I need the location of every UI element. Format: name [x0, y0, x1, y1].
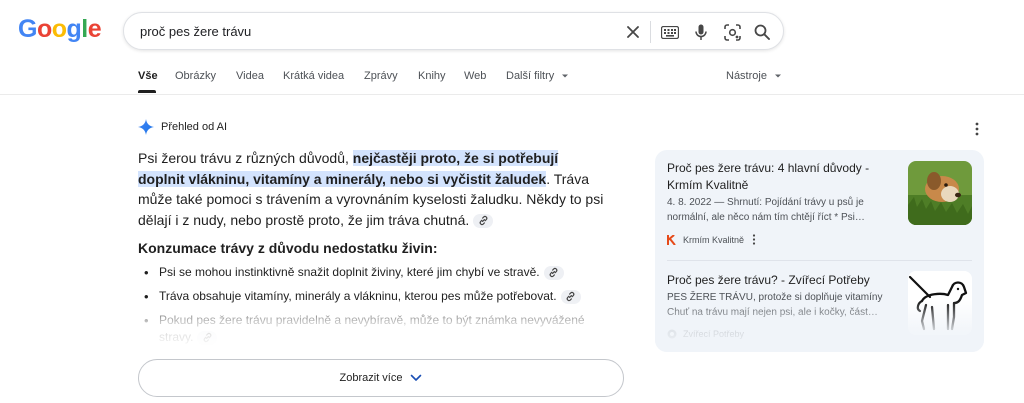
more-options-icon[interactable]	[972, 121, 982, 137]
link-icon	[549, 268, 558, 278]
caret-down-icon	[562, 74, 569, 78]
sources-divider	[667, 260, 972, 261]
tab-more-filters[interactable]: Další filtry	[506, 70, 569, 82]
list-item: Pokud pes žere trávu pravidelně a nevybí…	[142, 312, 612, 346]
source-title[interactable]: Proč pes žere trávu? - Zvířecí Potřeby	[667, 272, 899, 289]
search-input[interactable]: proč pes žere trávu	[140, 24, 251, 39]
source-link-chip[interactable]	[560, 289, 581, 304]
search-divider	[650, 21, 651, 43]
list-item: Tráva obsahuje vitamíny, minerály a vlák…	[142, 288, 612, 305]
more-filters-label: Další filtry	[506, 70, 555, 82]
section-heading: Konzumace trávy z důvodu nedostatku živi…	[138, 240, 438, 256]
list-item: Psi se mohou instinktivně snažit doplnit…	[142, 264, 612, 281]
source-link-chip[interactable]	[473, 213, 494, 228]
source-thumbnail-dog-drawing[interactable]	[908, 271, 972, 335]
ai-overview-summary: Psi žerou trávu z různých důvodů, nejčas…	[138, 148, 608, 230]
logo-letter-g2: g	[66, 15, 82, 43]
tab-short-videos[interactable]: Krátká videa	[283, 70, 344, 82]
logo-letter-e: e	[87, 15, 102, 43]
source-title[interactable]: Proč pes žere trávu: 4 hlavní důvody - K…	[667, 160, 899, 194]
tab-images[interactable]: Obrázky	[175, 70, 216, 82]
search-box[interactable]: proč pes žere trávu	[123, 12, 784, 50]
tab-videos[interactable]: Videa	[236, 70, 264, 82]
source-snippet-line: 4. 8. 2022 — Shrnutí: Pojídání trávy u p…	[667, 197, 864, 208]
logo-letter-o2: o	[51, 15, 67, 43]
search-tabs: Vše Obrázky Videa Krátká videa Zprávy Kn…	[138, 70, 998, 94]
source-snippet-line: normální, ale něco nám tím chtějí říct *…	[667, 212, 865, 223]
ai-overview-header: Přehled od AI	[138, 119, 227, 135]
caret-down-icon	[775, 74, 782, 78]
google-logo[interactable]: Google	[18, 15, 102, 43]
tab-news[interactable]: Zprávy	[364, 70, 398, 82]
krmim-kvalitne-favicon	[667, 234, 676, 245]
search-icon[interactable]	[752, 22, 772, 42]
tools-button[interactable]: Nástroje	[726, 70, 782, 82]
ai-overview-title: Přehled od AI	[161, 121, 228, 133]
source-site[interactable]: Zvířecí Potřeby	[667, 329, 744, 339]
header-divider	[0, 94, 1024, 95]
source-link-chip[interactable]	[543, 265, 564, 280]
more-options-icon[interactable]	[752, 234, 756, 245]
lens-icon[interactable]	[722, 22, 742, 42]
clear-icon[interactable]	[623, 22, 643, 42]
link-icon	[203, 333, 212, 343]
bullet-text: Tráva obsahuje vitamíny, minerály a vlák…	[159, 289, 557, 303]
source-link-chip[interactable]	[197, 330, 218, 345]
active-tab-indicator	[138, 90, 156, 93]
source-thumbnail-dog-on-grass[interactable]	[908, 161, 972, 225]
link-icon	[479, 216, 488, 226]
chevron-down-icon	[411, 374, 422, 381]
bullet-text: Pokud pes žere trávu pravidelně a nevybí…	[159, 313, 585, 344]
bullet-text: Psi se mohou instinktivně snažit doplnit…	[159, 265, 540, 279]
show-more-button[interactable]: Zobrazit více	[138, 359, 624, 397]
ai-overview-bullets: Psi se mohou instinktivně snažit doplnit…	[142, 264, 612, 353]
tab-web[interactable]: Web	[464, 70, 486, 82]
microphone-icon[interactable]	[691, 22, 711, 42]
source-site-name: Zvířecí Potřeby	[683, 329, 745, 339]
source-site[interactable]: Krmím Kvalitně	[667, 234, 756, 245]
summary-intro: Psi žerou trávu z různých důvodů,	[138, 150, 353, 166]
logo-letter-g: G	[18, 15, 37, 43]
sources-panel: Proč pes žere trávu: 4 hlavní důvody - K…	[655, 150, 984, 352]
gemini-sparkle-icon	[138, 119, 154, 135]
zvireci-potreby-favicon	[667, 329, 677, 339]
tab-all[interactable]: Vše	[138, 70, 158, 82]
source-snippet-line: Chuť na trávu mají nejen psi, ale i kočk…	[667, 307, 878, 318]
source-site-name: Krmím Kvalitně	[683, 234, 745, 245]
logo-letter-o1: o	[36, 15, 52, 43]
show-more-label: Zobrazit více	[339, 372, 403, 384]
keyboard-icon[interactable]	[660, 22, 680, 42]
source-snippet-line: PES ŽERE TRÁVU, protože si doplňuje vita…	[667, 292, 883, 303]
tab-books[interactable]: Knihy	[418, 70, 446, 82]
tools-label: Nástroje	[726, 70, 767, 82]
link-icon	[566, 292, 575, 302]
